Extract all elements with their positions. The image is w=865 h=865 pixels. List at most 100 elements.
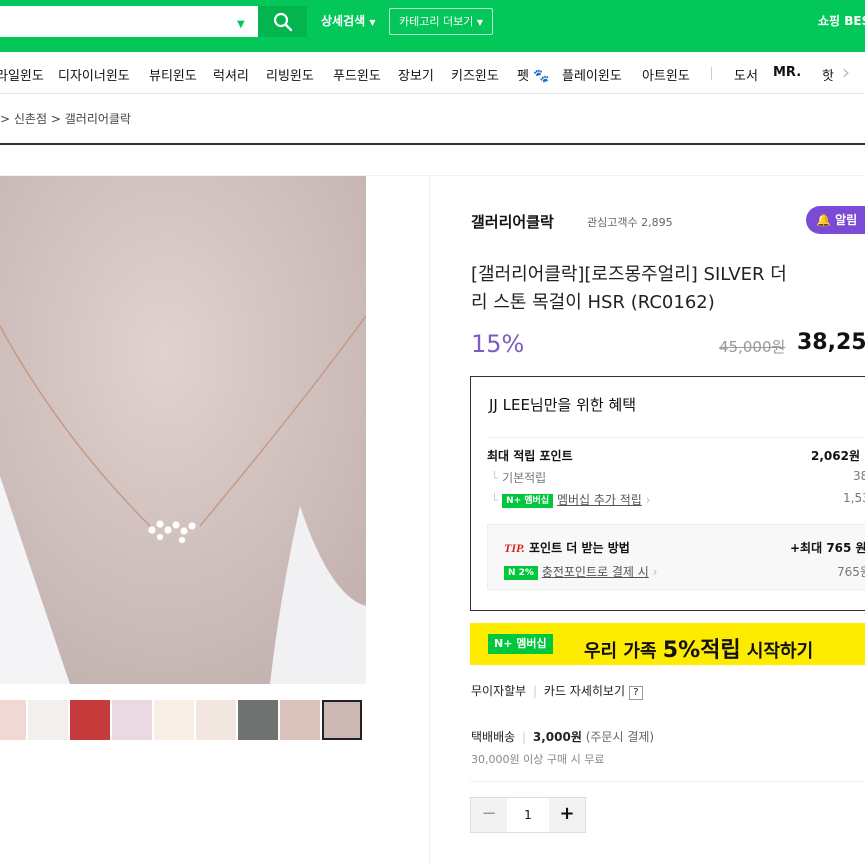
- sale-price: 38,25: [797, 330, 865, 355]
- chevron-right-icon: >: [0, 112, 11, 126]
- decrease-button[interactable]: −: [471, 798, 507, 832]
- thumbnail[interactable]: [70, 700, 110, 740]
- thumbnail[interactable]: [28, 700, 68, 740]
- nav-item[interactable]: 핫: [822, 65, 834, 84]
- thumbnail[interactable]: [196, 700, 236, 740]
- card-detail-link[interactable]: 카드 자세히보기: [544, 684, 625, 698]
- quantity-input[interactable]: 1: [507, 798, 549, 832]
- help-icon[interactable]: ?: [628, 686, 643, 700]
- nav-item[interactable]: MR.: [773, 65, 801, 80]
- nav-item[interactable]: 리빙윈도: [266, 65, 314, 84]
- banner-text: 우리 가족 5%적립 시작하기: [584, 632, 813, 664]
- necklace-image: [0, 176, 366, 684]
- divider: [429, 176, 430, 865]
- membership-banner[interactable]: N+ 멤버십 우리 가족 5%적립 시작하기: [470, 623, 865, 665]
- membership-badge: N+ 멤버십: [488, 634, 553, 654]
- charge-value: 765원: [837, 565, 865, 579]
- product-title-line: [갤러리어클락][로즈몽주얼리] SILVER 더: [471, 264, 787, 285]
- banner-suffix: 시작하기: [746, 641, 814, 662]
- product-title-line: 리 스톤 목걸이 HSR (RC0162): [471, 292, 715, 313]
- divider: [487, 437, 865, 438]
- shipping-fee: 3,000원: [532, 730, 582, 744]
- alarm-label: 알림: [835, 213, 858, 227]
- divider: [470, 781, 865, 782]
- shipping-label: 택배배송: [471, 730, 516, 744]
- nav-divider: [711, 67, 712, 80]
- banner-prefix: 우리 가족: [584, 641, 657, 662]
- charge-points-row[interactable]: N 2% 충전포인트로 결제 시 ›: [504, 563, 657, 580]
- shipping-note: (주문시 결제): [585, 730, 655, 744]
- store-name[interactable]: 갤러리어클락: [471, 211, 554, 232]
- tip-mark: TIP.: [504, 541, 525, 555]
- nav-item-pet[interactable]: 펫 🐾: [517, 65, 549, 84]
- installment-label: 무이자할부: [471, 684, 527, 698]
- caret-down-icon: ▼: [476, 18, 483, 27]
- quantity-stepper: − 1 +: [470, 797, 586, 833]
- nav-item[interactable]: 디자이너윈도: [58, 65, 130, 84]
- increase-button[interactable]: +: [549, 798, 585, 832]
- category-more-button[interactable]: 카테고리 더보기 ▼: [389, 8, 493, 35]
- store-favorite-count: 관심고객수 2,895: [587, 214, 673, 230]
- membership-badge: N+ 멤버십: [502, 493, 554, 508]
- banner-highlight: 5%적립: [662, 638, 741, 663]
- breadcrumb-link[interactable]: 신촌점: [14, 112, 47, 126]
- nav-item[interactable]: 장보기: [398, 65, 434, 84]
- breadcrumb-link[interactable]: 갤러리어클락: [65, 112, 131, 126]
- detail-search-button[interactable]: 상세검색 ▼: [321, 12, 376, 29]
- nav-item[interactable]: 도서: [734, 65, 758, 84]
- shipping-info: 택배배송 | 3,000원 (주문시 결제): [471, 730, 655, 744]
- tip-heading: TIP. 포인트 더 받는 방법: [504, 539, 630, 556]
- charge-link[interactable]: 충전포인트로 결제 시: [542, 565, 649, 579]
- thumbnail[interactable]: [0, 700, 26, 740]
- nav-item-label: 펫: [517, 69, 529, 84]
- thumbnail[interactable]: [154, 700, 194, 740]
- tip-box: TIP. 포인트 더 받는 방법 +최대 765 원 N 2% 충전포인트로 결…: [487, 524, 865, 590]
- tip-max: +최대 765 원: [790, 541, 865, 555]
- tip-label: 포인트 더 받는 방법: [528, 541, 630, 555]
- nav-item[interactable]: 뷰티윈도: [149, 65, 197, 84]
- nav-item[interactable]: 아트윈도: [642, 65, 690, 84]
- membership-points-row[interactable]: └ N+ 멤버십 멤버십 추가 적립 ›: [491, 491, 651, 508]
- chevron-right-icon: ›: [652, 565, 658, 579]
- search-icon: [273, 12, 293, 32]
- thumbnail[interactable]: [112, 700, 152, 740]
- window-nav: 라일윈도 디자이너윈도 뷰티윈도 럭셔리 리빙윈도 푸드윈도 장보기 키즈윈도 …: [0, 52, 865, 94]
- detail-search-label: 상세검색: [321, 14, 366, 28]
- original-price: 45,000원: [719, 338, 786, 356]
- divider: [0, 143, 865, 145]
- bell-icon: 🔔: [816, 213, 831, 227]
- membership-link[interactable]: 멤버십 추가 적립: [557, 493, 642, 507]
- nav-item[interactable]: 럭셔리: [213, 65, 249, 84]
- discount-rate: 15%: [471, 330, 525, 358]
- charge-badge: N 2%: [504, 565, 538, 580]
- free-shipping-note: 30,000원 이상 구매 시 무료: [471, 753, 605, 766]
- thumbnail[interactable]: [238, 700, 278, 740]
- max-points-label: 최대 적립 포인트: [487, 449, 573, 463]
- thumbnail-selected[interactable]: [322, 700, 362, 740]
- product-main-image[interactable]: [0, 176, 366, 684]
- search-button[interactable]: [258, 6, 307, 37]
- basic-points-value: 38: [853, 469, 865, 483]
- basic-points-row: └ 기본적립: [491, 471, 547, 485]
- basic-points-label: 기본적립: [502, 471, 547, 485]
- nav-item[interactable]: 푸드윈도: [333, 65, 381, 84]
- fav-label: 관심고객수: [587, 216, 638, 229]
- benefit-title: JJ LEE님만을 위한 혜택: [489, 396, 637, 414]
- product-title: [갤러리어클락][로즈몽주얼리] SILVER 더 리 스톤 목걸이 HSR (…: [471, 261, 865, 317]
- payment-info: 무이자할부 | 카드 자세히보기 ?: [471, 682, 643, 700]
- chevron-right-icon[interactable]: ›: [842, 60, 850, 84]
- shopping-best-link[interactable]: 쇼핑 BES: [818, 12, 865, 29]
- paw-icon: 🐾: [533, 69, 550, 84]
- caret-down-icon: ▼: [369, 18, 376, 27]
- chevron-right-icon: ›: [645, 493, 651, 507]
- alarm-button[interactable]: 🔔 알림: [806, 206, 865, 234]
- nav-item[interactable]: 라일윈도: [0, 65, 44, 84]
- search-scope-dropdown-icon[interactable]: ▼: [237, 19, 245, 30]
- chevron-right-icon: >: [50, 112, 61, 126]
- search-input[interactable]: ▼: [0, 6, 258, 37]
- nav-item[interactable]: 키즈윈도: [451, 65, 499, 84]
- breadcrumb: > 신촌점 > 갤러리어클락: [0, 110, 131, 127]
- fav-count: 2,895: [641, 216, 673, 229]
- nav-item[interactable]: 플레이윈도: [562, 65, 622, 84]
- thumbnail[interactable]: [280, 700, 320, 740]
